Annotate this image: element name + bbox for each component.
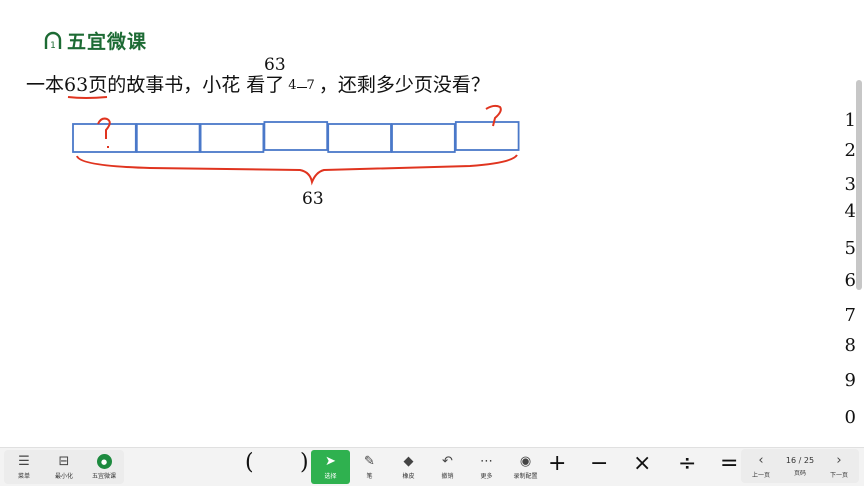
side-number: 4	[844, 201, 856, 222]
equals-key[interactable]: =	[720, 451, 738, 476]
select-tool-button[interactable]: ➤ 选择	[311, 450, 350, 484]
page-indicator[interactable]: 16 / 25 页码	[781, 449, 819, 483]
segment-box	[263, 121, 329, 151]
brace-stroke	[76, 154, 518, 186]
question-part1: 一本	[26, 74, 65, 96]
undo-icon: ↶	[442, 453, 453, 469]
side-number: 1	[844, 110, 856, 131]
underline-stroke	[67, 96, 108, 99]
segment-box	[327, 123, 392, 153]
plus-key[interactable]: +	[548, 451, 566, 476]
menu-icon: ☰	[18, 453, 30, 469]
minus-key[interactable]: −	[590, 451, 608, 476]
pen-tool-button[interactable]: ✎ 笔	[350, 450, 389, 484]
header: 1 五宜微课	[44, 27, 147, 54]
prev-page-button[interactable]: ‹ 上一页	[741, 449, 781, 483]
question-mark-left	[97, 117, 111, 148]
chevron-left-icon: ‹	[758, 452, 764, 468]
fraction-numerator: 4	[288, 78, 297, 93]
page-count: 16 / 25	[785, 455, 815, 465]
side-number: 2	[844, 140, 856, 161]
side-number: 5	[844, 238, 856, 259]
segment-box	[391, 123, 456, 153]
brand-logo-icon: 1	[44, 31, 62, 51]
menu-button[interactable]: ☰ 菜单	[4, 450, 44, 484]
minimize-icon: ⊟	[58, 453, 70, 469]
next-page-button[interactable]: › 下一页	[819, 449, 859, 483]
svg-text:1: 1	[50, 41, 56, 51]
record-icon: ◉	[519, 453, 532, 469]
total-label: 63	[302, 189, 324, 209]
times-key[interactable]: ×	[633, 451, 651, 476]
chevron-right-icon: ›	[836, 452, 842, 468]
segment-diagram	[67, 96, 520, 186]
scrollbar[interactable]	[856, 80, 862, 290]
side-number: 3	[844, 174, 856, 195]
question-part3: ，还剩多少页没看？	[318, 74, 490, 96]
brand-title: 五宜微课	[67, 31, 148, 53]
record-settings-button[interactable]: ◉ 录制配置	[506, 450, 545, 484]
more-button[interactable]: ⋯ 更多	[467, 450, 506, 484]
segment-box	[135, 123, 201, 153]
minimize-button[interactable]: ⊟ 最小化	[44, 450, 84, 484]
cursor-icon: ➤	[325, 453, 336, 469]
side-number-column: 1 2 3 4 5 6 7 8 9 0	[836, 0, 856, 440]
question-text: 一本63页的故事书，小花 看了 4 7 ，还剩多少页没看？	[26, 70, 490, 97]
segment-box	[199, 123, 265, 153]
segment-box	[72, 123, 137, 153]
brand-button[interactable]: ● 五宜微课	[84, 450, 124, 484]
more-icon: ⋯	[480, 453, 493, 469]
fraction: 47	[288, 79, 315, 92]
pen-icon: ✎	[364, 453, 375, 469]
toolbar-left-group: ☰ 菜单 ⊟ 最小化 ● 五宜微课	[4, 450, 124, 484]
side-number: 8	[844, 335, 856, 356]
fraction-denominator: 7	[306, 78, 315, 93]
pager: ‹ 上一页 16 / 25 页码 › 下一页	[741, 449, 859, 483]
open-paren-key[interactable]: (	[245, 450, 254, 475]
question-mark-right	[485, 104, 502, 127]
question-number: 63	[64, 74, 89, 96]
side-number: 9	[844, 370, 856, 391]
eraser-icon: ◆	[403, 453, 414, 469]
brand-button-icon: ●	[96, 454, 112, 469]
toolbar-tools: ➤ 选择 ✎ 笔 ◆ 橡皮 ↶ 撤销 ⋯ 更多 ◉ 录制配置	[311, 450, 545, 484]
undo-button[interactable]: ↶ 撤销	[428, 450, 467, 484]
segment-box	[454, 121, 520, 151]
divide-key[interactable]: ÷	[678, 451, 696, 476]
segment-boxes	[72, 121, 520, 153]
side-number: 6	[844, 270, 856, 291]
close-paren-key[interactable]: )	[300, 450, 309, 475]
question-part2: 页的故事书，小花 看了	[88, 74, 285, 96]
side-number: 0	[844, 407, 856, 428]
side-number: 7	[844, 305, 856, 326]
eraser-tool-button[interactable]: ◆ 橡皮	[389, 450, 428, 484]
